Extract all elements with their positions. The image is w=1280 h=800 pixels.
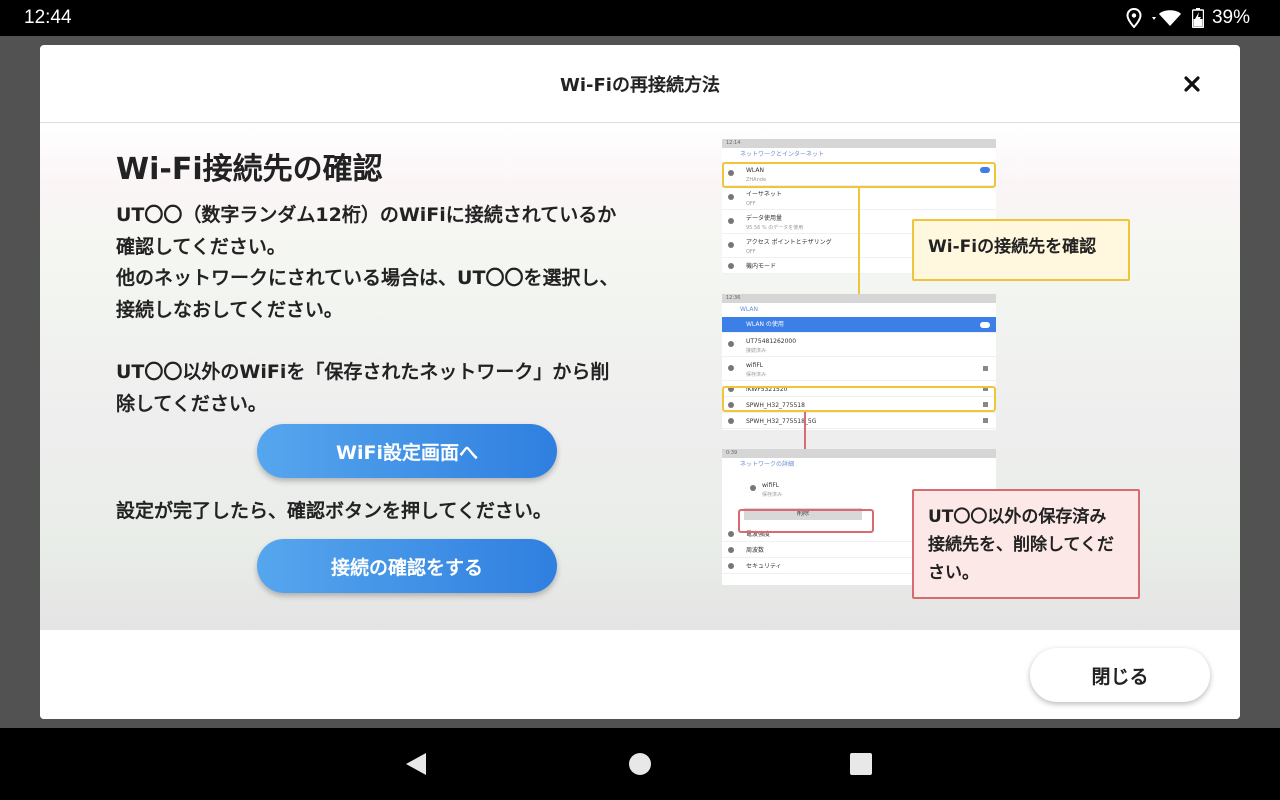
instructions: UT〇〇（数字ランダム12桁）のWiFiに接続されているか 確認してください。 … bbox=[116, 200, 706, 420]
dialog-footer: 閉じる bbox=[40, 630, 1240, 719]
close-button[interactable]: 閉じる bbox=[1030, 648, 1210, 702]
status-icons: 39% bbox=[1126, 6, 1250, 30]
highlight-other-networks bbox=[722, 386, 996, 412]
battery-charging-icon bbox=[1191, 8, 1204, 28]
dialog-header: Wi-Fiの再接続方法 bbox=[40, 45, 1240, 123]
mini-row: wifiFL 保存済み bbox=[722, 357, 996, 381]
mini-row-highlight: WLAN の使用 bbox=[722, 317, 996, 333]
mini-title: ネットワークの詳細 bbox=[740, 461, 795, 468]
battery-percent: 39% bbox=[1211, 7, 1250, 28]
location-icon bbox=[1126, 8, 1142, 28]
recents-icon[interactable] bbox=[847, 750, 875, 778]
mini-status: 0:39 bbox=[722, 449, 996, 458]
highlight-delete-button bbox=[738, 509, 874, 533]
mini-title: ネットワークとインターネット bbox=[740, 151, 825, 158]
mini-status: 12:36 bbox=[722, 294, 996, 303]
after-settings-text: 設定が完了したら、確認ボタンを押してください。 bbox=[116, 500, 552, 522]
wifi-settings-button[interactable]: WiFi設定画面へ bbox=[257, 424, 557, 478]
home-icon[interactable] bbox=[626, 750, 654, 778]
reconnect-dialog: Wi-Fiの再接続方法 Wi-Fi接続先の確認 UT〇〇（数字ランダム12桁）の… bbox=[40, 45, 1240, 719]
confirm-connection-button[interactable]: 接続の確認をする bbox=[257, 539, 557, 593]
navigation-bar bbox=[0, 728, 1280, 800]
instruction-delete-networks: UT〇〇以外のWiFiを「保存されたネットワーク」から削 除してください。 bbox=[116, 361, 610, 415]
instruction-illustration: 12:14 ネットワークとインターネット WLAN ZHAnde イーサネット OF… bbox=[722, 139, 1142, 599]
highlight-wlan-row bbox=[722, 162, 996, 188]
dialog-body: Wi-Fi接続先の確認 UT〇〇（数字ランダム12桁）のWiFiに接続されている… bbox=[40, 124, 1240, 630]
callout-delete-networks: UT〇〇以外の保存済み 接続先を、削除してくだ さい。 bbox=[912, 489, 1140, 599]
callout-check-connection: Wi-Fiの接続先を確認 bbox=[912, 219, 1130, 281]
mini-status: 12:14 bbox=[722, 139, 996, 148]
mini-title: WLAN bbox=[740, 306, 759, 313]
mini-row: SPWH_H32_775518_5G bbox=[722, 413, 996, 429]
dialog-title: Wi-Fiの再接続方法 bbox=[560, 75, 720, 96]
status-bar: 12:44 39% bbox=[0, 0, 1280, 36]
mini-row: UT75481262000 接続済み bbox=[722, 333, 996, 357]
instruction-check-connection: UT〇〇（数字ランダム12桁）のWiFiに接続されているか 確認してください。 … bbox=[116, 204, 619, 321]
back-icon[interactable] bbox=[402, 750, 430, 778]
status-time: 12:44 bbox=[24, 7, 72, 28]
close-icon[interactable] bbox=[1180, 72, 1204, 96]
wifi-signal-icon bbox=[1151, 10, 1181, 26]
section-title: Wi-Fi接続先の確認 bbox=[116, 152, 383, 187]
